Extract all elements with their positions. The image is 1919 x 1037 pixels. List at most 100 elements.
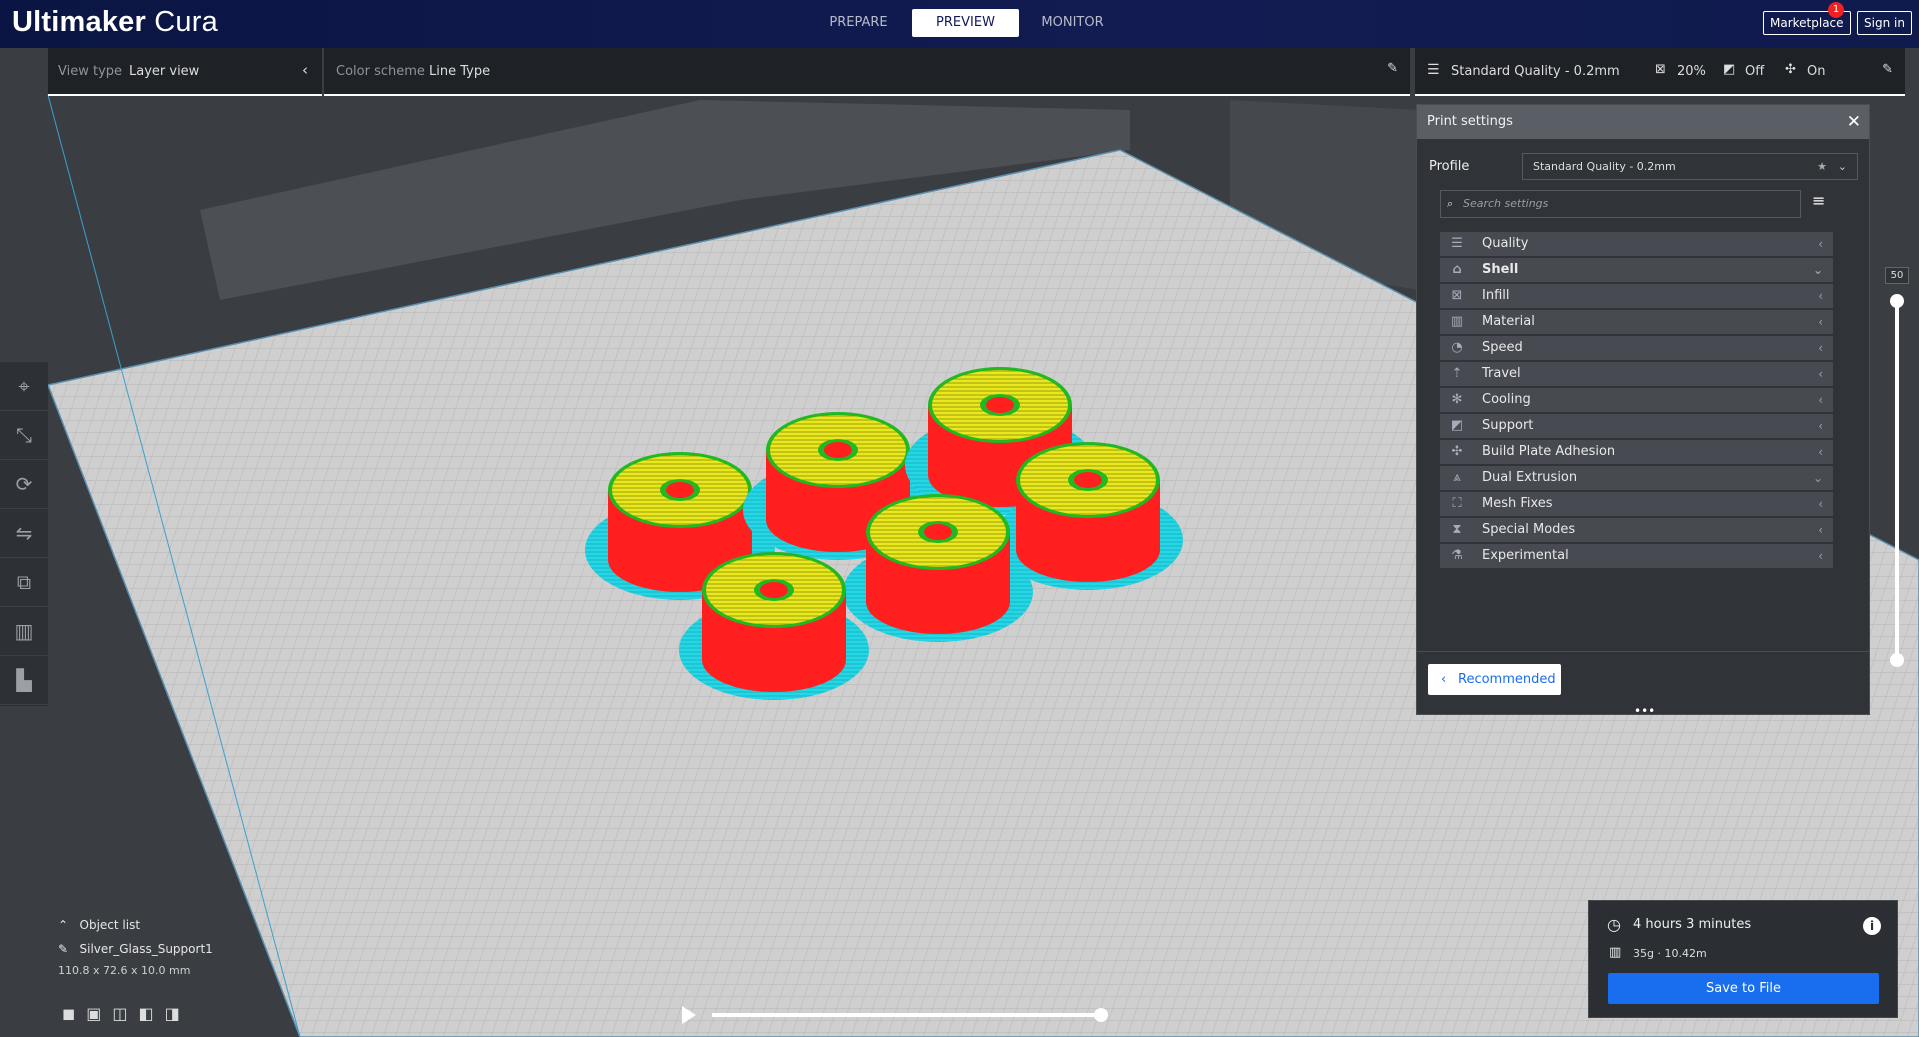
profile-summary: Standard Quality - 0.2mm	[1451, 64, 1620, 79]
layer-slider-track[interactable]	[1895, 301, 1899, 661]
category-quality[interactable]: ☰ Quality ‹	[1440, 232, 1833, 256]
layer-value[interactable]: 50	[1885, 267, 1909, 284]
star-icon[interactable]: ★	[1817, 154, 1827, 179]
stage-tabs: PREPARE PREVIEW MONITOR	[805, 9, 1126, 37]
infill-icon: ⊠	[1451, 288, 1463, 303]
left-view-icon[interactable]: ◧	[139, 1004, 154, 1023]
tab-preview[interactable]: PREVIEW	[912, 9, 1019, 37]
category-infill[interactable]: ⊠ Infill ‹	[1440, 284, 1833, 308]
resize-handle-icon[interactable]: •••	[1634, 704, 1655, 718]
layer-upper-handle[interactable]	[1890, 294, 1904, 308]
view-type-selector[interactable]: View type Layer view ‹	[48, 48, 322, 96]
move-tool-icon[interactable]: ⌖	[0, 362, 48, 411]
object-name-row[interactable]: ✎ Silver_Glass_Support1	[58, 942, 213, 956]
chevron-left-icon: ‹	[1818, 315, 1823, 329]
category-mesh-fixes[interactable]: ⛶ Mesh Fixes ‹	[1440, 492, 1833, 516]
chevron-left-icon: ‹	[1818, 341, 1823, 355]
object-list-toggle[interactable]: ⌃ Object list	[58, 918, 213, 932]
chevron-left-icon: ‹	[1818, 549, 1823, 563]
play-icon[interactable]	[682, 1006, 696, 1024]
chevron-left-icon: ‹	[1818, 367, 1823, 381]
object-list-label: Object list	[79, 918, 141, 932]
material-icon: ▥	[1450, 314, 1464, 329]
support-summary: Off	[1745, 64, 1765, 79]
top-header: Ultimaker Cura PREPARE PREVIEW MONITOR M…	[0, 0, 1919, 48]
category-material[interactable]: ▥ Material ‹	[1440, 310, 1833, 334]
rotate-tool-icon[interactable]: ⟳	[0, 460, 48, 509]
tab-prepare[interactable]: PREPARE	[805, 9, 912, 37]
search-icon: ⌕	[1447, 197, 1454, 210]
category-special-modes[interactable]: ⧗ Special Modes ‹	[1440, 518, 1833, 542]
category-label: Shell	[1482, 262, 1519, 277]
tab-monitor[interactable]: MONITOR	[1019, 9, 1126, 37]
category-cooling[interactable]: ✻ Cooling ‹	[1440, 388, 1833, 412]
chevron-down-icon: ⌄	[1837, 160, 1847, 173]
material-estimate: 35g · 10.42m	[1633, 947, 1707, 960]
print-setup-summary[interactable]: ☰ Standard Quality - 0.2mm ⊠ 20% ◩ Off ✣…	[1415, 48, 1905, 96]
category-shell[interactable]: ⌂ Shell ⌄	[1440, 258, 1833, 282]
close-icon[interactable]: ✕	[1847, 105, 1861, 139]
camera-view-buttons: ◼ ▣ ◫ ◧ ◨	[62, 1004, 180, 1023]
path-slider-handle[interactable]	[1094, 1008, 1108, 1022]
infill-icon: ⊠	[1655, 62, 1666, 77]
sign-in-button[interactable]: Sign in	[1857, 11, 1912, 35]
category-label: Speed	[1482, 340, 1523, 355]
save-to-file-button[interactable]: Save to File	[1608, 973, 1879, 1004]
category-label: Build Plate Adhesion	[1482, 444, 1616, 459]
per-model-settings-icon[interactable]: ⧉	[0, 558, 48, 607]
category-support[interactable]: ◩ Support ‹	[1440, 414, 1833, 438]
left-toolbar: ⌖ ⤡ ⟳ ⇋ ⧉ ▥ ▙	[0, 362, 48, 706]
chevron-left-icon: ‹	[1441, 672, 1447, 687]
quality-icon: ☰	[1427, 62, 1440, 78]
object-name: Silver_Glass_Support1	[79, 942, 213, 956]
view-type-value: Layer view	[129, 64, 200, 79]
scale-tool-icon[interactable]: ⤡	[0, 411, 48, 460]
search-settings-input[interactable]: ⌕ Search settings	[1440, 190, 1801, 218]
category-travel[interactable]: ⇡ Travel ‹	[1440, 362, 1833, 386]
chevron-down-icon: ⌄	[1812, 263, 1823, 277]
search-placeholder: Search settings	[1463, 197, 1549, 210]
pencil-icon: ✎	[58, 942, 69, 956]
chevron-down-icon: ⌄	[1812, 471, 1823, 485]
path-slider-track[interactable]	[712, 1013, 1102, 1017]
print-settings-title: Print settings	[1427, 114, 1513, 129]
object-info: ⌃ Object list ✎ Silver_Glass_Support1 11…	[58, 918, 213, 977]
info-icon[interactable]: i	[1863, 917, 1881, 935]
right-view-icon[interactable]: ◨	[165, 1004, 180, 1023]
experimental-icon: ⚗	[1451, 548, 1463, 563]
speed-icon: ◔	[1451, 340, 1463, 355]
settings-menu-icon[interactable]: ≡	[1812, 191, 1825, 210]
layer-slider[interactable]: 50	[1885, 267, 1915, 707]
recommended-label: Recommended	[1458, 672, 1556, 687]
category-dual-extrusion[interactable]: ⩓ Dual Extrusion ⌄	[1440, 466, 1833, 490]
profile-value: Standard Quality - 0.2mm	[1533, 160, 1676, 173]
layer-lower-handle[interactable]	[1890, 653, 1904, 667]
support-icon: ◩	[1450, 418, 1464, 433]
lay-flat-icon[interactable]: ▙	[0, 656, 48, 705]
category-experimental[interactable]: ⚗ Experimental ‹	[1440, 544, 1833, 568]
category-label: Infill	[1482, 288, 1510, 303]
color-scheme-selector[interactable]: Color scheme Line Type ✎	[324, 48, 1410, 96]
top-view-icon[interactable]: ◫	[112, 1004, 127, 1023]
recommended-button[interactable]: ‹ Recommended	[1428, 664, 1561, 695]
category-label: Dual Extrusion	[1482, 470, 1578, 485]
support-blocker-icon[interactable]: ▥	[0, 607, 48, 656]
category-label: Travel	[1482, 366, 1521, 381]
cooling-icon: ✻	[1451, 392, 1463, 407]
category-build-plate-adhesion[interactable]: ✣ Build Plate Adhesion ‹	[1440, 440, 1833, 464]
category-label: Mesh Fixes	[1482, 496, 1553, 511]
front-view-icon[interactable]: ▣	[86, 1004, 101, 1023]
view-type-label: View type	[58, 64, 123, 79]
chevron-left-icon: ‹	[1818, 393, 1823, 407]
chevron-left-icon: ‹	[1818, 289, 1823, 303]
spool-icon: ▥	[1609, 945, 1622, 960]
category-speed[interactable]: ◔ Speed ‹	[1440, 336, 1833, 360]
print-info-panel: ◷ 4 hours 3 minutes ▥ 35g · 10.42m i Sav…	[1588, 900, 1898, 1018]
3d-view-icon[interactable]: ◼	[62, 1004, 75, 1023]
adhesion-icon: ✣	[1785, 62, 1796, 77]
profile-dropdown[interactable]: Standard Quality - 0.2mm ★ ⌄	[1522, 153, 1858, 180]
category-label: Support	[1482, 418, 1534, 433]
object-dimensions: 110.8 x 72.6 x 10.0 mm	[58, 964, 191, 977]
mirror-tool-icon[interactable]: ⇋	[0, 509, 48, 558]
category-label: Material	[1482, 314, 1535, 329]
